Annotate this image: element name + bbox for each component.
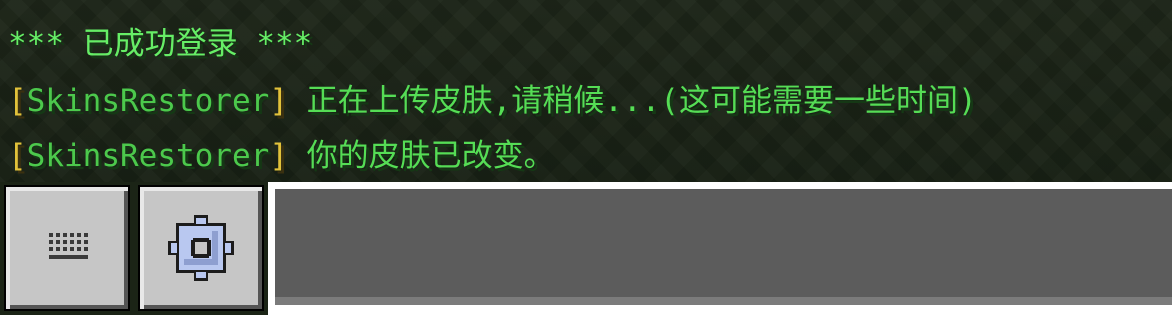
- chat-log: *** 已成功登录 *** [SkinsRestorer] 正在上传皮肤,请稍候…: [0, 0, 1172, 182]
- chat-line-skin-changed: [SkinsRestorer] 你的皮肤已改变。: [8, 136, 555, 176]
- plugin-name: SkinsRestorer: [26, 83, 270, 119]
- keyboard-button[interactable]: [4, 185, 130, 311]
- chat-message: 你的皮肤已改变。: [287, 138, 555, 174]
- gear-icon: [168, 215, 234, 281]
- plugin-bracket-open: [: [8, 83, 27, 119]
- keyboard-icon: [49, 233, 88, 259]
- plugin-bracket-close: ]: [269, 83, 288, 119]
- plugin-bracket-close: ]: [269, 138, 288, 174]
- settings-button[interactable]: [138, 185, 264, 311]
- chat-message: 正在上传皮肤,请稍候...(这可能需要一些时间): [287, 83, 977, 119]
- chat-line-upload: [SkinsRestorer] 正在上传皮肤,请稍候...(这可能需要一些时间): [8, 81, 977, 121]
- chat-input-field[interactable]: [268, 182, 1172, 315]
- plugin-bracket-open: [: [8, 138, 27, 174]
- chat-input-box[interactable]: [275, 189, 1172, 305]
- chat-line-login: *** 已成功登录 ***: [8, 26, 313, 62]
- plugin-name: SkinsRestorer: [26, 138, 270, 174]
